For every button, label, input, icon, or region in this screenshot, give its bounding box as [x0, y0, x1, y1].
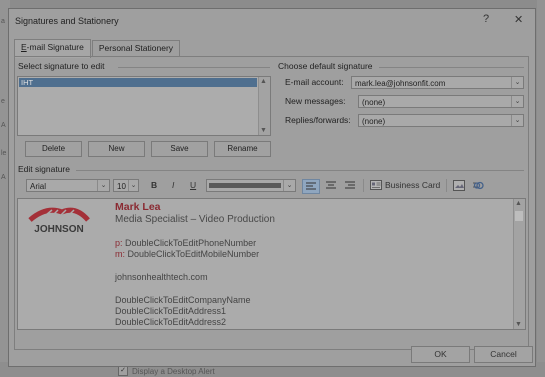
bg-char: A — [1, 174, 6, 181]
chevron-down-icon[interactable]: ⌄ — [97, 180, 109, 191]
signature-address1: DoubleClickToEditAddress1 — [115, 306, 227, 316]
johnson-logo-mark: JOHNSON — [28, 207, 90, 235]
chevron-down-icon[interactable]: ⌄ — [511, 77, 523, 88]
toolbar-separator — [363, 179, 364, 192]
font-size-select[interactable]: 10 ⌄ — [113, 179, 139, 192]
cancel-button[interactable]: Cancel — [474, 346, 533, 363]
scroll-down-icon[interactable]: ▼ — [515, 321, 522, 328]
signature-list-scrollbar[interactable]: ▲ ▼ — [258, 77, 270, 135]
align-center-icon[interactable] — [323, 179, 339, 192]
email-account-select[interactable]: mark.lea@johnsonfit.com ⌄ — [351, 76, 524, 89]
help-button[interactable]: ? — [483, 13, 489, 25]
insert-hyperlink-icon[interactable] — [471, 179, 485, 192]
johnson-logo: JOHNSON — [26, 204, 92, 235]
signature-address2: DoubleClickToEditAddress2 — [115, 317, 227, 327]
italic-button[interactable]: I — [172, 180, 174, 190]
bg-char: le — [1, 150, 7, 157]
font-color-swatch — [209, 183, 281, 188]
dialog-titlebar: Signatures and Stationery ? ✕ — [9, 9, 535, 33]
scroll-up-icon[interactable]: ▲ — [515, 200, 522, 207]
signature-phone-line: p: DoubleClickToEditPhoneNumber — [115, 238, 257, 248]
section-divider — [76, 170, 524, 171]
align-right-icon[interactable] — [342, 179, 358, 192]
close-button[interactable]: ✕ — [514, 13, 523, 26]
dialog-title: Signatures and Stationery — [15, 16, 119, 26]
chevron-down-icon[interactable]: ⌄ — [283, 180, 295, 191]
align-left-icon — [306, 182, 316, 190]
signature-name: Mark Lea — [115, 201, 161, 213]
ok-button[interactable]: OK — [411, 346, 470, 363]
new-messages-select[interactable]: (none) ⌄ — [358, 95, 524, 108]
bg-char: a — [1, 18, 5, 25]
section-divider — [118, 67, 270, 68]
signature-list[interactable]: IHT ▲ ▼ — [17, 76, 271, 136]
logo-text: JOHNSON — [34, 224, 83, 234]
select-signature-label: Select signature to edit — [18, 61, 105, 71]
font-color-select[interactable]: ⌄ — [206, 179, 296, 192]
desktop-alert-label: Display a Desktop Alert — [132, 366, 215, 376]
new-messages-label: New messages: — [285, 96, 346, 106]
chevron-down-icon[interactable]: ⌄ — [128, 180, 138, 191]
desktop-alert-option[interactable]: ✓ Display a Desktop Alert — [118, 366, 215, 376]
scroll-up-icon[interactable]: ▲ — [260, 78, 267, 85]
email-account-label: E-mail account: — [285, 77, 344, 87]
tab-strip: E-mail Signature Personal Stationery — [14, 39, 181, 58]
bg-char: A — [1, 122, 6, 129]
replies-select[interactable]: (none) ⌄ — [358, 114, 524, 127]
save-button[interactable]: Save — [151, 141, 208, 157]
rename-button[interactable]: Rename — [214, 141, 271, 157]
chevron-down-icon[interactable]: ⌄ — [511, 115, 523, 126]
signature-website: johnsonhealthtech.com — [115, 272, 208, 282]
signature-editor[interactable]: JOHNSON Mark Lea Media Specialist – Vide… — [17, 198, 526, 330]
toolbar-separator — [446, 179, 447, 192]
background-right-strip — [537, 0, 545, 377]
delete-button[interactable]: Delete — [25, 141, 82, 157]
signature-list-item[interactable]: IHT — [19, 78, 257, 87]
section-divider — [379, 67, 524, 68]
align-left-button[interactable] — [302, 179, 320, 194]
replies-label: Replies/forwards: — [285, 115, 351, 125]
signature-company: DoubleClickToEditCompanyName — [115, 295, 251, 305]
new-button[interactable]: New — [88, 141, 145, 157]
scroll-down-icon[interactable]: ▼ — [260, 127, 267, 134]
business-card-button[interactable]: Business Card — [370, 180, 440, 190]
editor-scrollbar[interactable]: ▲ ▼ — [513, 199, 525, 329]
default-signature-label: Choose default signature — [278, 61, 373, 71]
tab-personal-stationery[interactable]: Personal Stationery — [91, 40, 181, 56]
underline-button[interactable]: U — [190, 180, 196, 190]
bg-char: e — [1, 98, 5, 105]
insert-picture-icon[interactable] — [452, 179, 466, 192]
business-card-label: Business Card — [385, 180, 441, 190]
signature-role: Media Specialist – Video Production — [115, 214, 275, 225]
edit-signature-label: Edit signature — [18, 164, 70, 174]
chevron-down-icon[interactable]: ⌄ — [511, 96, 523, 107]
business-card-icon — [370, 180, 382, 190]
bold-button[interactable]: B — [151, 180, 157, 190]
signature-mobile-line: m: DoubleClickToEditMobileNumber — [115, 249, 260, 259]
scroll-thumb[interactable] — [515, 211, 523, 221]
desktop-alert-checkbox[interactable]: ✓ — [118, 366, 128, 376]
font-select[interactable]: Arial ⌄ — [26, 179, 110, 192]
